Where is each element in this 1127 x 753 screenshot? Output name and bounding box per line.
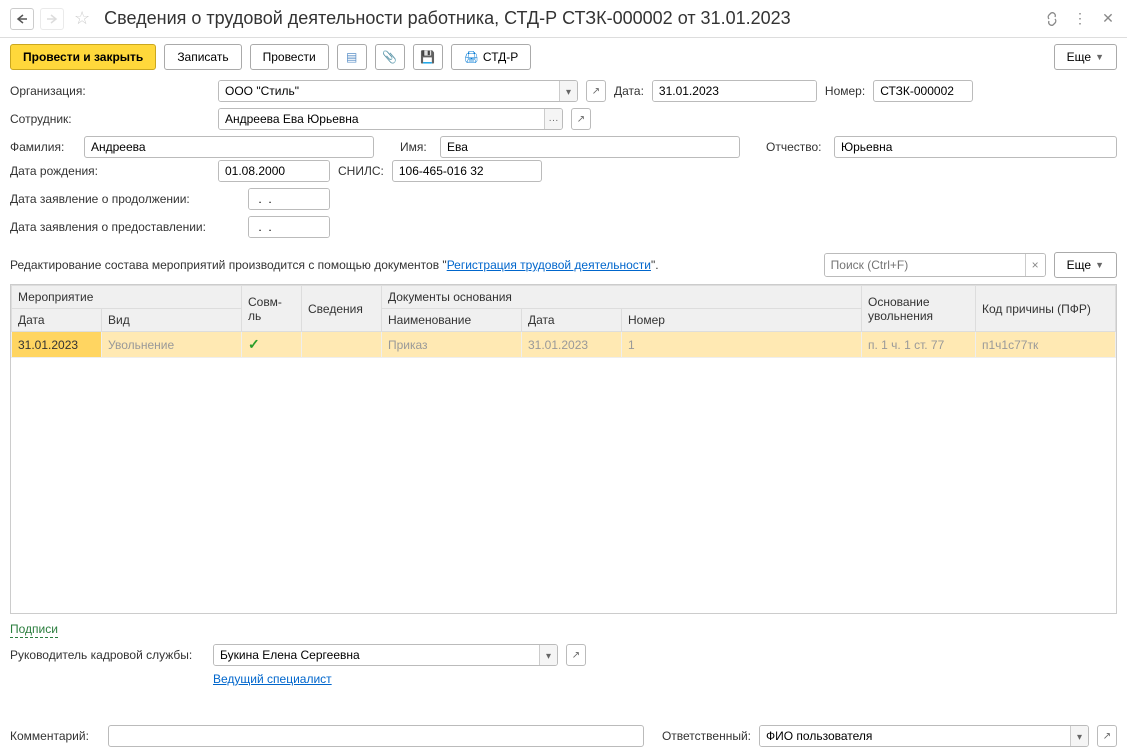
snils-input[interactable] xyxy=(392,160,542,182)
th-date[interactable]: Дата xyxy=(12,309,102,332)
org-open-button[interactable]: ↗ xyxy=(586,80,606,102)
save-button[interactable]: Записать xyxy=(164,44,241,70)
date-label: Дата: xyxy=(614,84,644,98)
employee-label: Сотрудник: xyxy=(10,112,210,126)
provide-date-input[interactable] xyxy=(249,217,330,237)
snils-label: СНИЛС: xyxy=(338,164,384,178)
th-doc-number[interactable]: Номер xyxy=(622,309,862,332)
post-and-close-button[interactable]: Провести и закрыть xyxy=(10,44,156,70)
cell-doc-date: 31.01.2023 xyxy=(522,332,622,358)
th-dismissal[interactable]: Основание увольнения xyxy=(862,286,976,332)
th-event[interactable]: Мероприятие xyxy=(12,286,242,309)
date-input-group: 📅 xyxy=(652,80,817,102)
employee-input[interactable] xyxy=(219,109,544,129)
hr-head-open-button[interactable]: ↗ xyxy=(566,644,586,666)
responsible-dropdown[interactable]: ▾ xyxy=(1070,726,1088,747)
search-clear-button[interactable]: × xyxy=(1025,254,1045,276)
cell-dismissal: п. 1 ч. 1 ст. 77 xyxy=(862,332,976,358)
kebab-menu-icon[interactable]: ⋮ xyxy=(1071,10,1089,28)
birthdate-input[interactable] xyxy=(219,161,330,181)
responsible-group: ▾ xyxy=(759,725,1089,747)
hr-head-group: ▾ xyxy=(213,644,558,666)
org-label: Организация: xyxy=(10,84,210,98)
printer-icon: 🖨 xyxy=(464,50,479,64)
provide-date-group: 📅 xyxy=(248,216,330,238)
table-row[interactable]: 31.01.2023 Увольнение ✓ Приказ 31.01.202… xyxy=(12,332,1116,358)
employee-open-button[interactable]: ↗ xyxy=(571,108,591,130)
th-docs[interactable]: Документы основания xyxy=(382,286,862,309)
middlename-input[interactable] xyxy=(834,136,1117,158)
continue-date-group: 📅 xyxy=(248,188,330,210)
position-link[interactable]: Ведущий специалист xyxy=(213,672,332,686)
th-reason[interactable]: Код причины (ПФР) xyxy=(976,286,1116,332)
cell-info xyxy=(302,332,382,358)
attachment-button[interactable]: 📎 xyxy=(375,44,405,70)
responsible-label: Ответственный: xyxy=(662,729,751,743)
th-doc-date[interactable]: Дата xyxy=(522,309,622,332)
hr-head-input[interactable] xyxy=(214,645,539,665)
employee-input-group: ··· xyxy=(218,108,563,130)
check-icon: ✓ xyxy=(248,336,260,352)
paperclip-icon: 📎 xyxy=(382,50,397,64)
comment-label: Комментарий: xyxy=(10,729,100,743)
lastname-label: Фамилия: xyxy=(10,140,76,154)
continue-date-label: Дата заявление о продолжении: xyxy=(10,192,240,206)
cell-type: Увольнение xyxy=(102,332,242,358)
arrow-left-icon xyxy=(16,14,28,24)
responsible-open-button[interactable]: ↗ xyxy=(1097,725,1117,747)
th-info[interactable]: Сведения xyxy=(302,286,382,332)
link-icon[interactable] xyxy=(1043,10,1061,28)
table-more-button[interactable]: Еще▼ xyxy=(1054,252,1117,278)
registration-link[interactable]: Регистрация трудовой деятельности xyxy=(447,258,651,272)
search-input[interactable] xyxy=(825,254,1025,276)
org-input[interactable] xyxy=(219,81,559,101)
number-input[interactable] xyxy=(873,80,973,102)
hint-text: Редактирование состава мероприятий произ… xyxy=(10,258,659,272)
disk-button[interactable]: 💾 xyxy=(413,44,443,70)
org-dropdown-button[interactable]: ▾ xyxy=(559,81,577,102)
employee-select-button[interactable]: ··· xyxy=(544,109,562,130)
cell-reason: п1ч1с77тк xyxy=(976,332,1116,358)
favorite-star-icon[interactable]: ☆ xyxy=(74,8,90,29)
cell-date: 31.01.2023 xyxy=(12,332,102,358)
th-combine[interactable]: Совм-ль xyxy=(242,286,302,332)
hr-head-label: Руководитель кадровой службы: xyxy=(10,648,205,662)
number-label: Номер: xyxy=(825,84,865,98)
chevron-down-icon: ▼ xyxy=(1095,52,1104,62)
print-std-r-button[interactable]: 🖨СТД-Р xyxy=(451,44,532,70)
responsible-input[interactable] xyxy=(760,726,1070,746)
arrow-right-icon xyxy=(46,14,58,24)
hr-head-dropdown[interactable]: ▾ xyxy=(539,645,557,666)
close-icon[interactable]: ✕ xyxy=(1099,10,1117,28)
date-input[interactable] xyxy=(653,81,817,101)
firstname-input[interactable] xyxy=(440,136,740,158)
birthdate-input-group: 📅 xyxy=(218,160,330,182)
middlename-label: Отчество: xyxy=(766,140,826,154)
th-doc-name[interactable]: Наименование xyxy=(382,309,522,332)
page-title: Сведения о трудовой деятельности работни… xyxy=(100,8,1037,29)
birthdate-label: Дата рождения: xyxy=(10,164,210,178)
signatures-toggle[interactable]: Подписи xyxy=(10,622,58,638)
cell-doc-number: 1 xyxy=(622,332,862,358)
nav-forward-button[interactable] xyxy=(40,8,64,30)
th-type[interactable]: Вид xyxy=(102,309,242,332)
document-icon: ▤ xyxy=(346,50,357,64)
toolbar-more-button[interactable]: Еще▼ xyxy=(1054,44,1117,70)
diskette-icon: 💾 xyxy=(420,50,435,64)
search-group: × xyxy=(824,253,1046,277)
provide-date-label: Дата заявления о предоставлении: xyxy=(10,220,240,234)
report-button[interactable]: ▤ xyxy=(337,44,367,70)
org-input-group: ▾ xyxy=(218,80,578,102)
nav-back-button[interactable] xyxy=(10,8,34,30)
continue-date-input[interactable] xyxy=(249,189,330,209)
post-button[interactable]: Провести xyxy=(250,44,329,70)
firstname-label: Имя: xyxy=(400,140,432,154)
events-table: Мероприятие Совм-ль Сведения Документы о… xyxy=(10,284,1117,614)
lastname-input[interactable] xyxy=(84,136,374,158)
cell-doc-name: Приказ xyxy=(382,332,522,358)
chevron-down-icon: ▼ xyxy=(1095,260,1104,270)
comment-input[interactable] xyxy=(108,725,644,747)
cell-combine: ✓ xyxy=(242,332,302,358)
